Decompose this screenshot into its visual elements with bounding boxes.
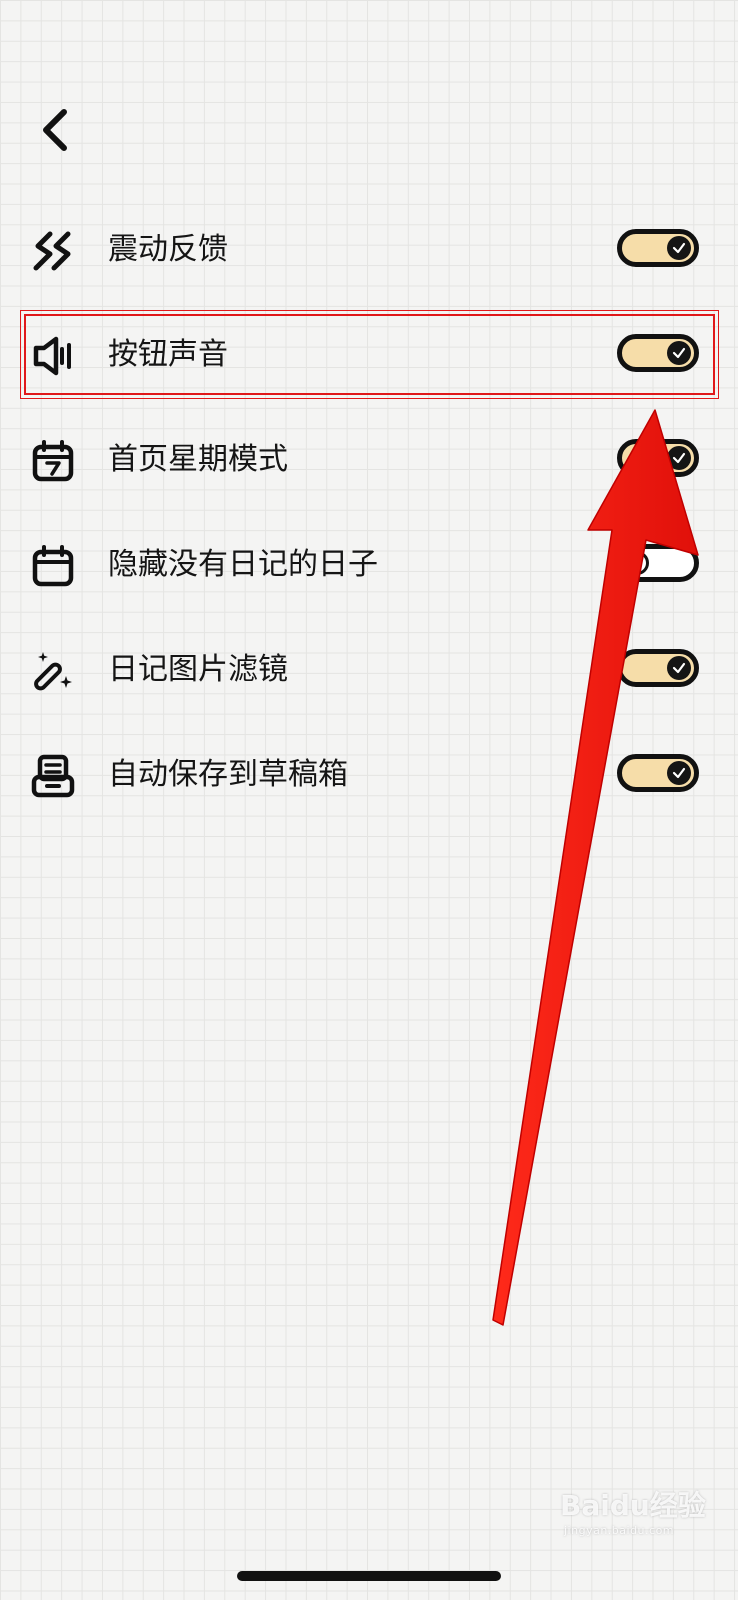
setting-label: 自动保存到草稿箱 bbox=[108, 757, 348, 792]
watermark-text: Baidu经验 bbox=[560, 1489, 706, 1522]
week-mode-toggle[interactable] bbox=[617, 439, 699, 477]
autosave-drafts-toggle[interactable] bbox=[617, 754, 699, 792]
setting-label: 隐藏没有日记的日子 bbox=[108, 547, 378, 582]
photo-filter-toggle[interactable] bbox=[617, 649, 699, 687]
watermark: Baidu经验 jingyan.baidu.com bbox=[560, 1484, 728, 1544]
toggle-knob bbox=[625, 551, 649, 575]
speaker-icon bbox=[30, 333, 76, 379]
setting-label: 首页星期模式 bbox=[108, 442, 288, 477]
magic-wand-icon bbox=[30, 648, 76, 694]
vibration-icon bbox=[30, 228, 76, 274]
check-icon bbox=[667, 656, 691, 680]
setting-row-photo-filter[interactable]: 日记图片滤镜 bbox=[0, 620, 738, 720]
back-button[interactable] bbox=[30, 100, 80, 160]
setting-row-autosave-drafts[interactable]: 自动保存到草稿箱 bbox=[0, 725, 738, 825]
hide-empty-days-toggle[interactable] bbox=[617, 544, 699, 582]
calendar-week-icon bbox=[30, 438, 76, 484]
button-sound-toggle[interactable] bbox=[617, 334, 699, 372]
setting-row-button-sound[interactable]: 按钮声音 bbox=[0, 305, 738, 405]
setting-label: 震动反馈 bbox=[108, 232, 228, 267]
check-icon bbox=[667, 761, 691, 785]
check-icon bbox=[667, 341, 691, 365]
setting-label: 日记图片滤镜 bbox=[108, 652, 288, 687]
home-indicator[interactable] bbox=[237, 1571, 501, 1581]
watermark-url: jingyan.baidu.com bbox=[564, 1524, 675, 1537]
setting-row-hide-empty-days[interactable]: 隐藏没有日记的日子 bbox=[0, 515, 738, 615]
setting-row-week-mode[interactable]: 首页星期模式 bbox=[0, 410, 738, 510]
chevron-left-icon bbox=[43, 109, 67, 151]
inbox-tray-icon bbox=[30, 753, 76, 799]
calendar-icon bbox=[30, 543, 76, 589]
vibration-feedback-toggle[interactable] bbox=[617, 229, 699, 267]
setting-row-vibration-feedback[interactable]: 震动反馈 bbox=[0, 200, 738, 300]
check-icon bbox=[667, 236, 691, 260]
check-icon bbox=[667, 446, 691, 470]
setting-label: 按钮声音 bbox=[108, 337, 228, 372]
